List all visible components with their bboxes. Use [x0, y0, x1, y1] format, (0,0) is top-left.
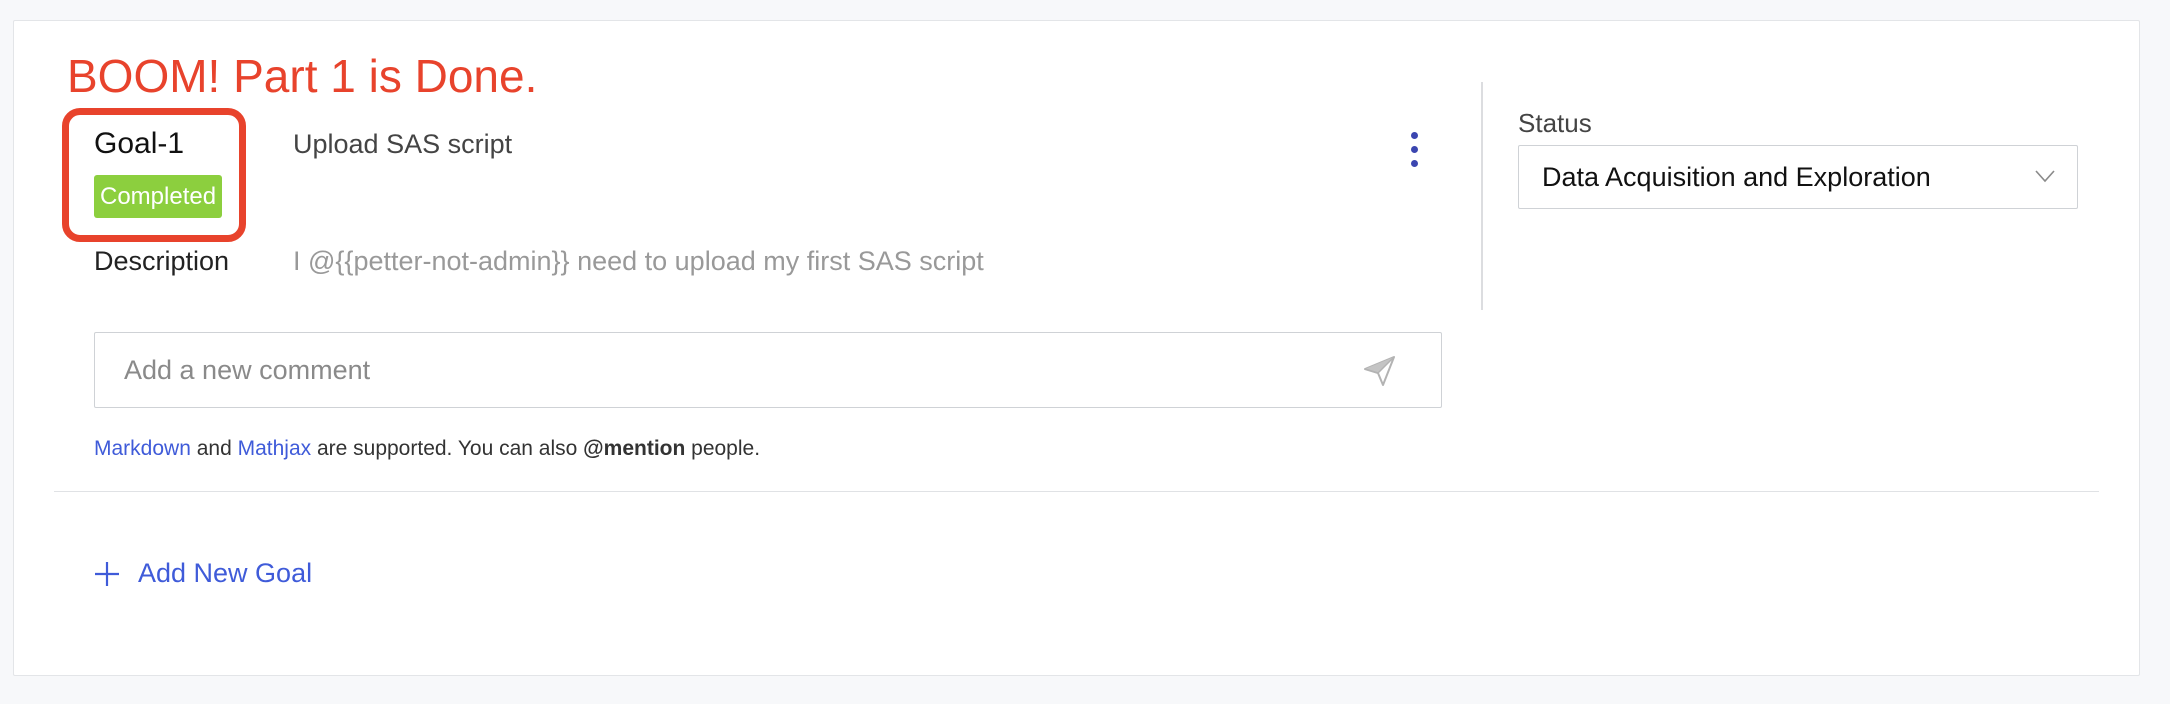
help-and: and	[190, 437, 238, 460]
annotation-text: BOOM! Part 1 is Done.	[67, 50, 538, 102]
add-new-goal-label: Add New Goal	[138, 558, 313, 588]
status-label: Status	[1518, 108, 1592, 138]
mathjax-link[interactable]: Mathjax	[238, 437, 312, 460]
vertical-ellipsis-icon-dot	[1411, 146, 1418, 153]
comment-help-text: Markdown and Mathjax are supported. You …	[94, 435, 760, 463]
goal-id: Goal-1	[94, 127, 185, 160]
vertical-ellipsis-icon	[1411, 132, 1418, 139]
status-select-value: Data Acquisition and Exploration	[1542, 162, 1931, 192]
chevron-down-icon	[2035, 170, 2055, 183]
vertical-ellipsis-icon-dot	[1411, 160, 1418, 167]
vertical-divider	[1481, 82, 1483, 310]
goal-title[interactable]: Upload SAS script	[293, 126, 512, 162]
markdown-link[interactable]: Markdown	[94, 437, 191, 460]
plus-icon	[95, 562, 119, 586]
help-end: people.	[685, 437, 761, 460]
status-badge: Completed	[94, 175, 223, 218]
mention-text: @mention	[583, 437, 686, 460]
send-icon[interactable]	[1359, 351, 1399, 391]
description-text[interactable]: I @{{petter-not-admin}} need to upload m…	[293, 243, 984, 279]
description-label: Description	[94, 246, 230, 276]
more-options-button[interactable]	[1397, 128, 1431, 172]
help-middle: are supported. You can also	[311, 437, 584, 460]
comment-input[interactable]	[95, 333, 1355, 407]
status-select[interactable]: Data Acquisition and Exploration	[1518, 145, 2078, 209]
comment-box	[94, 332, 1442, 408]
section-divider	[54, 491, 2099, 492]
